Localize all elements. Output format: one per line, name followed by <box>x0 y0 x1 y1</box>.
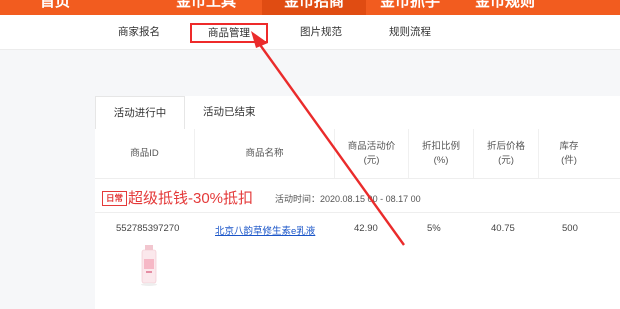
tab-ended-activities[interactable]: 活动已结束 <box>203 96 256 128</box>
top-nav-item-rules[interactable]: 金币规则 <box>475 0 535 15</box>
top-nav: 首页 金币工具 金币招商 金币抓手 金币规则 <box>0 0 620 15</box>
product-final-price: 40.75 <box>491 223 515 234</box>
top-nav-item-recruit[interactable]: 金币招商 <box>262 0 367 15</box>
promotion-title: 超级抵钱-30%抵扣 <box>128 190 254 207</box>
promotion-header: 日常 超级抵钱-30%抵扣 活动时间：2020.08.15 00 - 08.17… <box>95 188 620 213</box>
product-stock: 500 <box>562 223 578 234</box>
top-nav-item-home[interactable]: 首页 <box>40 0 70 15</box>
table-row: 552785397270 北京八韵草修生素e乳液 42.90 5% 40.75 … <box>95 213 620 309</box>
product-name-link[interactable]: 北京八韵草修生素e乳液 <box>215 223 315 237</box>
column-product-id: 商品ID <box>95 129 195 178</box>
product-id: 552785397270 <box>116 223 180 234</box>
column-stock: 库存 (件) <box>559 140 579 166</box>
promotion-time: 活动时间：2020.08.15 00 - 08.17 00 <box>275 192 421 205</box>
sub-nav-rule-process[interactable]: 规则流程 <box>389 24 431 40</box>
sub-nav-merchant-signup[interactable]: 商家报名 <box>118 24 160 40</box>
top-nav-item-tools[interactable]: 金币工具 <box>176 0 236 15</box>
product-panel: 活动进行中 活动已结束 商品ID 商品名称 商品活动价 (元) 折扣比例 (%) 折… <box>95 96 620 309</box>
column-activity-price: 商品活动价 (元) <box>335 129 409 178</box>
product-discount: 5% <box>427 223 441 234</box>
product-thumbnail <box>141 245 157 286</box>
product-activity-price: 42.90 <box>354 223 378 234</box>
tab-active-activities[interactable]: 活动进行中 <box>95 96 185 130</box>
table-header: 商品ID 商品名称 商品活动价 (元) 折扣比例 (%) 折后价格 (元) 库存 (件) <box>95 129 620 179</box>
sub-nav-product-management[interactable]: 商品管理 <box>190 23 268 43</box>
column-discount: 折扣比例 (%) <box>409 129 474 178</box>
column-final-price: 折后价格 (元) <box>474 129 539 178</box>
sub-nav-image-spec[interactable]: 图片规范 <box>300 24 342 40</box>
sub-nav: 商家报名 商品管理 图片规范 规则流程 <box>0 15 620 50</box>
column-product-name: 商品名称 <box>195 129 335 178</box>
promotion-tag: 日常 <box>102 191 128 206</box>
top-nav-item-grab[interactable]: 金币抓手 <box>380 0 440 15</box>
activity-tabs: 活动进行中 活动已结束 <box>95 96 620 130</box>
promotion-time-range: 2020.08.15 00 - 08.17 00 <box>320 194 421 204</box>
promotion-time-label: 活动时间： <box>275 194 321 204</box>
